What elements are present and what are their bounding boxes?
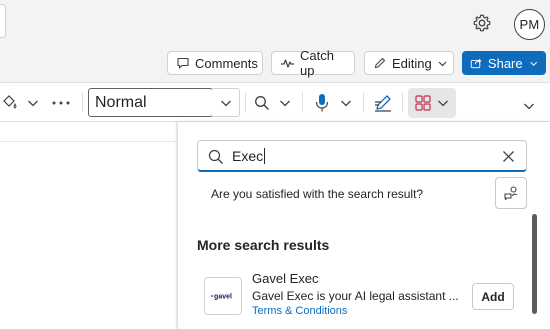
- result-app-description: Gavel Exec is your AI legal assistant ..…: [252, 289, 459, 303]
- gavel-logo-icon: gavel: [211, 294, 232, 301]
- pulse-icon: [281, 59, 294, 68]
- user-avatar[interactable]: PM: [514, 9, 545, 40]
- chevron-down-icon: [28, 100, 38, 107]
- toolbar-divider: [363, 92, 364, 112]
- panel-scrollbar[interactable]: [532, 214, 537, 314]
- apps-grid-icon: [415, 95, 431, 111]
- editing-label: Editing: [392, 55, 432, 71]
- style-value: Normal: [95, 93, 147, 111]
- avatar-initials: PM: [519, 17, 540, 32]
- chevron-down-icon: [529, 61, 537, 66]
- style-dropdown-button[interactable]: [212, 88, 240, 117]
- find-dropdown[interactable]: [278, 96, 292, 110]
- editor-pen-icon: [375, 95, 391, 112]
- share-icon: [470, 58, 482, 69]
- chevron-down-icon: [524, 103, 534, 110]
- find-button[interactable]: [253, 94, 271, 112]
- comment-icon: [177, 57, 189, 69]
- dictate-button[interactable]: [313, 92, 331, 114]
- satisfaction-question: Are you satisfied with the search result…: [211, 187, 424, 201]
- text-caret: [264, 147, 266, 164]
- chevron-down-icon: [438, 100, 448, 107]
- add-app-button[interactable]: Add: [472, 283, 514, 310]
- toolbar-divider: [302, 92, 303, 112]
- highlight-dropdown[interactable]: [26, 96, 40, 110]
- gear-icon: [473, 14, 491, 32]
- more-horizontal-icon: [52, 101, 70, 105]
- search-icon: [255, 96, 269, 110]
- window-edge: [0, 4, 6, 38]
- highlight-button[interactable]: [0, 93, 20, 113]
- search-query: Exec: [232, 147, 264, 164]
- section-heading: More search results: [197, 237, 330, 253]
- comments-button[interactable]: Comments: [167, 51, 263, 75]
- chevron-down-icon: [438, 61, 447, 66]
- chevron-down-icon: [280, 100, 290, 107]
- settings-button[interactable]: [470, 11, 494, 35]
- add-ins-search-input[interactable]: Exec: [197, 140, 527, 172]
- search-icon: [208, 149, 223, 164]
- fill-color-icon: [3, 95, 17, 109]
- share-label: Share: [487, 55, 523, 71]
- ribbon-expand-button[interactable]: [522, 99, 536, 113]
- editor-button[interactable]: [372, 92, 394, 114]
- share-button[interactable]: Share: [462, 51, 546, 75]
- logo-text: gavel: [214, 294, 232, 301]
- toolbar-divider: [402, 92, 403, 112]
- editing-mode-button[interactable]: Editing: [364, 51, 454, 75]
- style-combobox[interactable]: Normal: [88, 88, 213, 117]
- dictate-dropdown[interactable]: [339, 96, 353, 110]
- document-canvas[interactable]: [0, 122, 176, 329]
- chevron-down-icon: [220, 100, 231, 106]
- catch-up-label: Catch up: [300, 48, 334, 78]
- comments-label: Comments: [195, 55, 258, 71]
- result-app-name[interactable]: Gavel Exec: [252, 271, 318, 286]
- add-ins-button[interactable]: [408, 88, 456, 118]
- close-icon[interactable]: [502, 150, 515, 163]
- chevron-down-icon: [341, 100, 351, 107]
- toolbar-divider: [82, 92, 83, 112]
- catch-up-button[interactable]: Catch up: [271, 48, 355, 78]
- feedback-icon: [504, 186, 518, 201]
- microphone-icon: [315, 94, 329, 112]
- app-logo: gavel: [204, 277, 242, 315]
- terms-link[interactable]: Terms & Conditions: [252, 305, 347, 317]
- more-options-button[interactable]: [50, 94, 72, 112]
- feedback-button[interactable]: [495, 177, 527, 209]
- pencil-icon: [374, 57, 386, 69]
- page-divider: [0, 141, 176, 142]
- toolbar-divider: [245, 92, 246, 112]
